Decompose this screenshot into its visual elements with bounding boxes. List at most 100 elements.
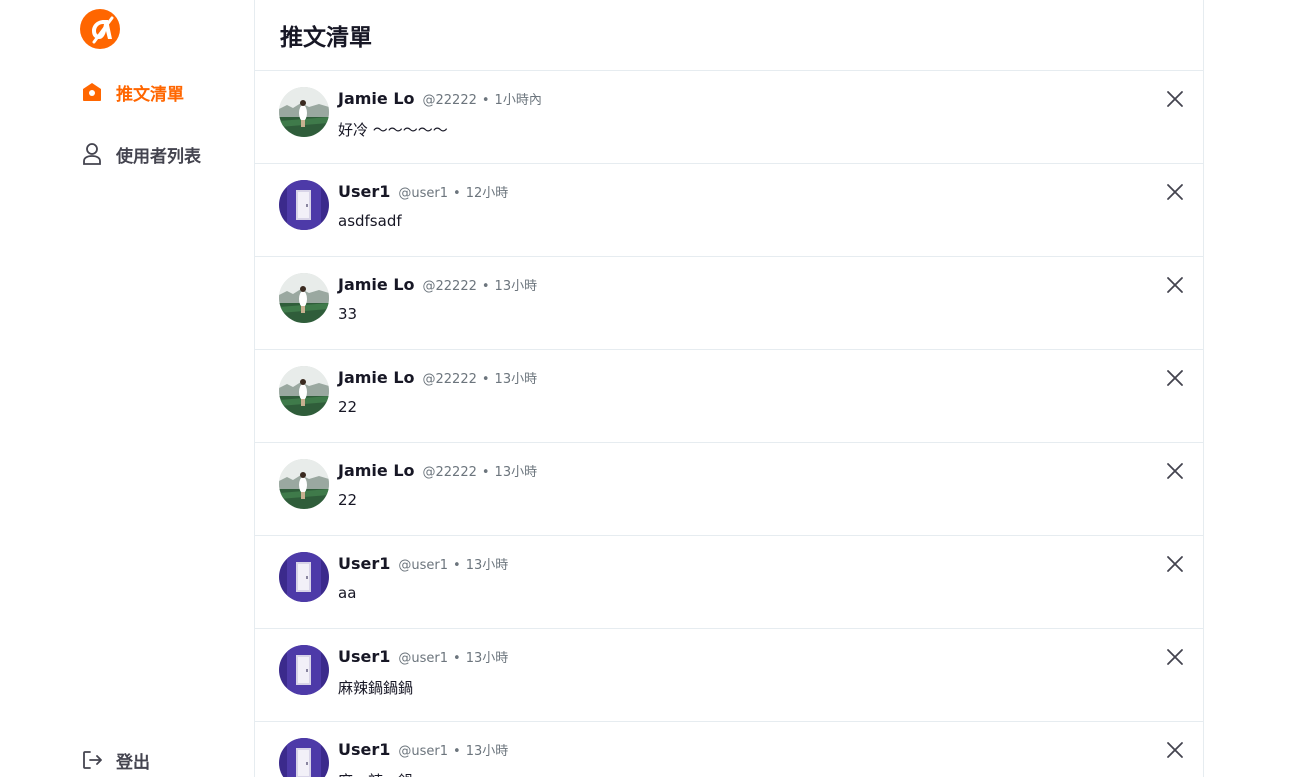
- avatar[interactable]: [279, 552, 329, 602]
- home-icon: [80, 80, 104, 104]
- tweet-row: User1 @user1 • 13小時 aa: [255, 536, 1203, 629]
- avatar-image: [279, 366, 329, 416]
- alphacamp-logo[interactable]: [80, 8, 122, 50]
- close-icon: [1166, 555, 1184, 577]
- avatar[interactable]: [279, 366, 329, 416]
- tweet-row: Jamie Lo @22222 • 13小時 33: [255, 257, 1203, 350]
- tweet-content: aa: [338, 584, 357, 602]
- sidebar-item-label: 推文清單: [116, 84, 184, 105]
- tweet-timestamp: 1小時內: [494, 93, 542, 108]
- meta-separator: •: [481, 465, 490, 480]
- tweet-row: User1 @user1 • 13小時 麻辣鍋鍋鍋: [255, 629, 1203, 722]
- close-icon: [1166, 183, 1184, 205]
- tweet-author-account: @user1: [398, 558, 449, 573]
- tweet-row: Jamie Lo @22222 • 13小時 22: [255, 350, 1203, 443]
- tweet-row: User1 @user1 • 13小時 麻 辣 鍋: [255, 722, 1203, 777]
- tweet-timestamp: 13小時: [465, 651, 509, 666]
- logout-label: 登出: [116, 752, 150, 773]
- tweet-content: 33: [338, 305, 358, 323]
- tweet-header: User1 @user1 • 13小時: [338, 740, 508, 759]
- tweet-row: Jamie Lo @22222 • 13小時 22: [255, 443, 1203, 536]
- delete-tweet-button[interactable]: [1165, 556, 1185, 576]
- meta-separator: •: [453, 744, 461, 759]
- tweet-list: Jamie Lo @22222 • 1小時內 好冷 ～～～～～ User1 @u…: [255, 71, 1203, 777]
- avatar-image: [279, 273, 329, 323]
- tweet-content: asdfsadf: [338, 212, 402, 230]
- tweet-author-account: @user1: [398, 186, 449, 201]
- user-icon: [80, 142, 104, 166]
- avatar[interactable]: [279, 645, 329, 695]
- tweet-author-name[interactable]: Jamie Lo: [338, 368, 415, 387]
- tweet-meta: @user1 • 13小時: [398, 740, 508, 759]
- tweet-author-name[interactable]: User1: [338, 554, 390, 573]
- avatar-image: [279, 552, 329, 602]
- logout-icon: [80, 748, 104, 772]
- tweet-author-name[interactable]: User1: [338, 740, 390, 759]
- avatar-image: [279, 738, 329, 777]
- tweet-header: User1 @user1 • 13小時: [338, 647, 508, 666]
- meta-separator: •: [481, 93, 490, 108]
- tweet-author-name[interactable]: Jamie Lo: [338, 89, 415, 108]
- tweet-meta: @user1 • 12小時: [398, 182, 508, 201]
- sidebar-item-tweets[interactable]: 推文清單: [80, 77, 184, 107]
- tweet-author-account: @user1: [398, 744, 449, 759]
- tweet-meta: @22222 • 1小時內: [423, 89, 542, 108]
- sidebar: 推文清單 使用者列表 登出: [0, 0, 254, 777]
- delete-tweet-button[interactable]: [1165, 91, 1185, 111]
- tweet-meta: @22222 • 13小時: [423, 461, 538, 480]
- meta-separator: •: [481, 279, 490, 294]
- tweet-timestamp: 12小時: [465, 186, 509, 201]
- close-icon: [1166, 369, 1184, 391]
- tweet-header: Jamie Lo @22222 • 1小時內: [338, 89, 542, 108]
- delete-tweet-button[interactable]: [1165, 463, 1185, 483]
- tweet-author-account: @22222: [422, 465, 477, 480]
- tweet-content: 麻 辣 鍋: [338, 770, 413, 777]
- avatar-image: [279, 459, 329, 509]
- tweet-meta: @22222 • 13小時: [423, 275, 538, 294]
- delete-tweet-button[interactable]: [1165, 742, 1185, 762]
- meta-separator: •: [453, 558, 461, 573]
- tweet-header: User1 @user1 • 13小時: [338, 554, 508, 573]
- avatar-image: [279, 180, 329, 230]
- avatar[interactable]: [279, 273, 329, 323]
- avatar[interactable]: [279, 738, 329, 777]
- tweet-list-panel: 推文清單 Jamie Lo @22222 • 1小時內 好冷 ～～～～～ Use…: [254, 0, 1204, 777]
- tweet-author-name[interactable]: User1: [338, 647, 390, 666]
- tweet-header: User1 @user1 • 12小時: [338, 182, 508, 201]
- tweet-author-account: @22222: [422, 279, 477, 294]
- close-icon: [1166, 90, 1184, 112]
- tweet-author-name[interactable]: Jamie Lo: [338, 461, 415, 480]
- meta-separator: •: [481, 372, 490, 387]
- tweet-header: Jamie Lo @22222 • 13小時: [338, 368, 537, 387]
- close-icon: [1166, 741, 1184, 763]
- avatar-image: [279, 645, 329, 695]
- tweet-author-name[interactable]: Jamie Lo: [338, 275, 415, 294]
- tweet-author-account: @22222: [422, 93, 477, 108]
- sidebar-item-users[interactable]: 使用者列表: [80, 139, 201, 169]
- tweet-author-account: @22222: [422, 372, 477, 387]
- tweet-row: User1 @user1 • 12小時 asdfsadf: [255, 164, 1203, 257]
- delete-tweet-button[interactable]: [1165, 649, 1185, 669]
- close-icon: [1166, 276, 1184, 298]
- avatar[interactable]: [279, 180, 329, 230]
- tweet-content: 22: [338, 398, 358, 416]
- close-icon: [1166, 648, 1184, 670]
- tweet-header: Jamie Lo @22222 • 13小時: [338, 275, 537, 294]
- tweet-meta: @user1 • 13小時: [398, 554, 508, 573]
- tweet-timestamp: 13小時: [465, 558, 509, 573]
- avatar[interactable]: [279, 459, 329, 509]
- tweet-content: 麻辣鍋鍋鍋: [338, 679, 414, 697]
- delete-tweet-button[interactable]: [1165, 184, 1185, 204]
- avatar-image: [279, 87, 329, 137]
- delete-tweet-button[interactable]: [1165, 277, 1185, 297]
- logout-button[interactable]: 登出: [80, 745, 150, 775]
- meta-separator: •: [453, 186, 461, 201]
- tweet-timestamp: 13小時: [465, 744, 509, 759]
- tweet-author-name[interactable]: User1: [338, 182, 390, 201]
- delete-tweet-button[interactable]: [1165, 370, 1185, 390]
- tweet-meta: @22222 • 13小時: [423, 368, 538, 387]
- tweet-header: Jamie Lo @22222 • 13小時: [338, 461, 537, 480]
- meta-separator: •: [453, 651, 461, 666]
- avatar[interactable]: [279, 87, 329, 137]
- page-title: 推文清單: [280, 25, 372, 51]
